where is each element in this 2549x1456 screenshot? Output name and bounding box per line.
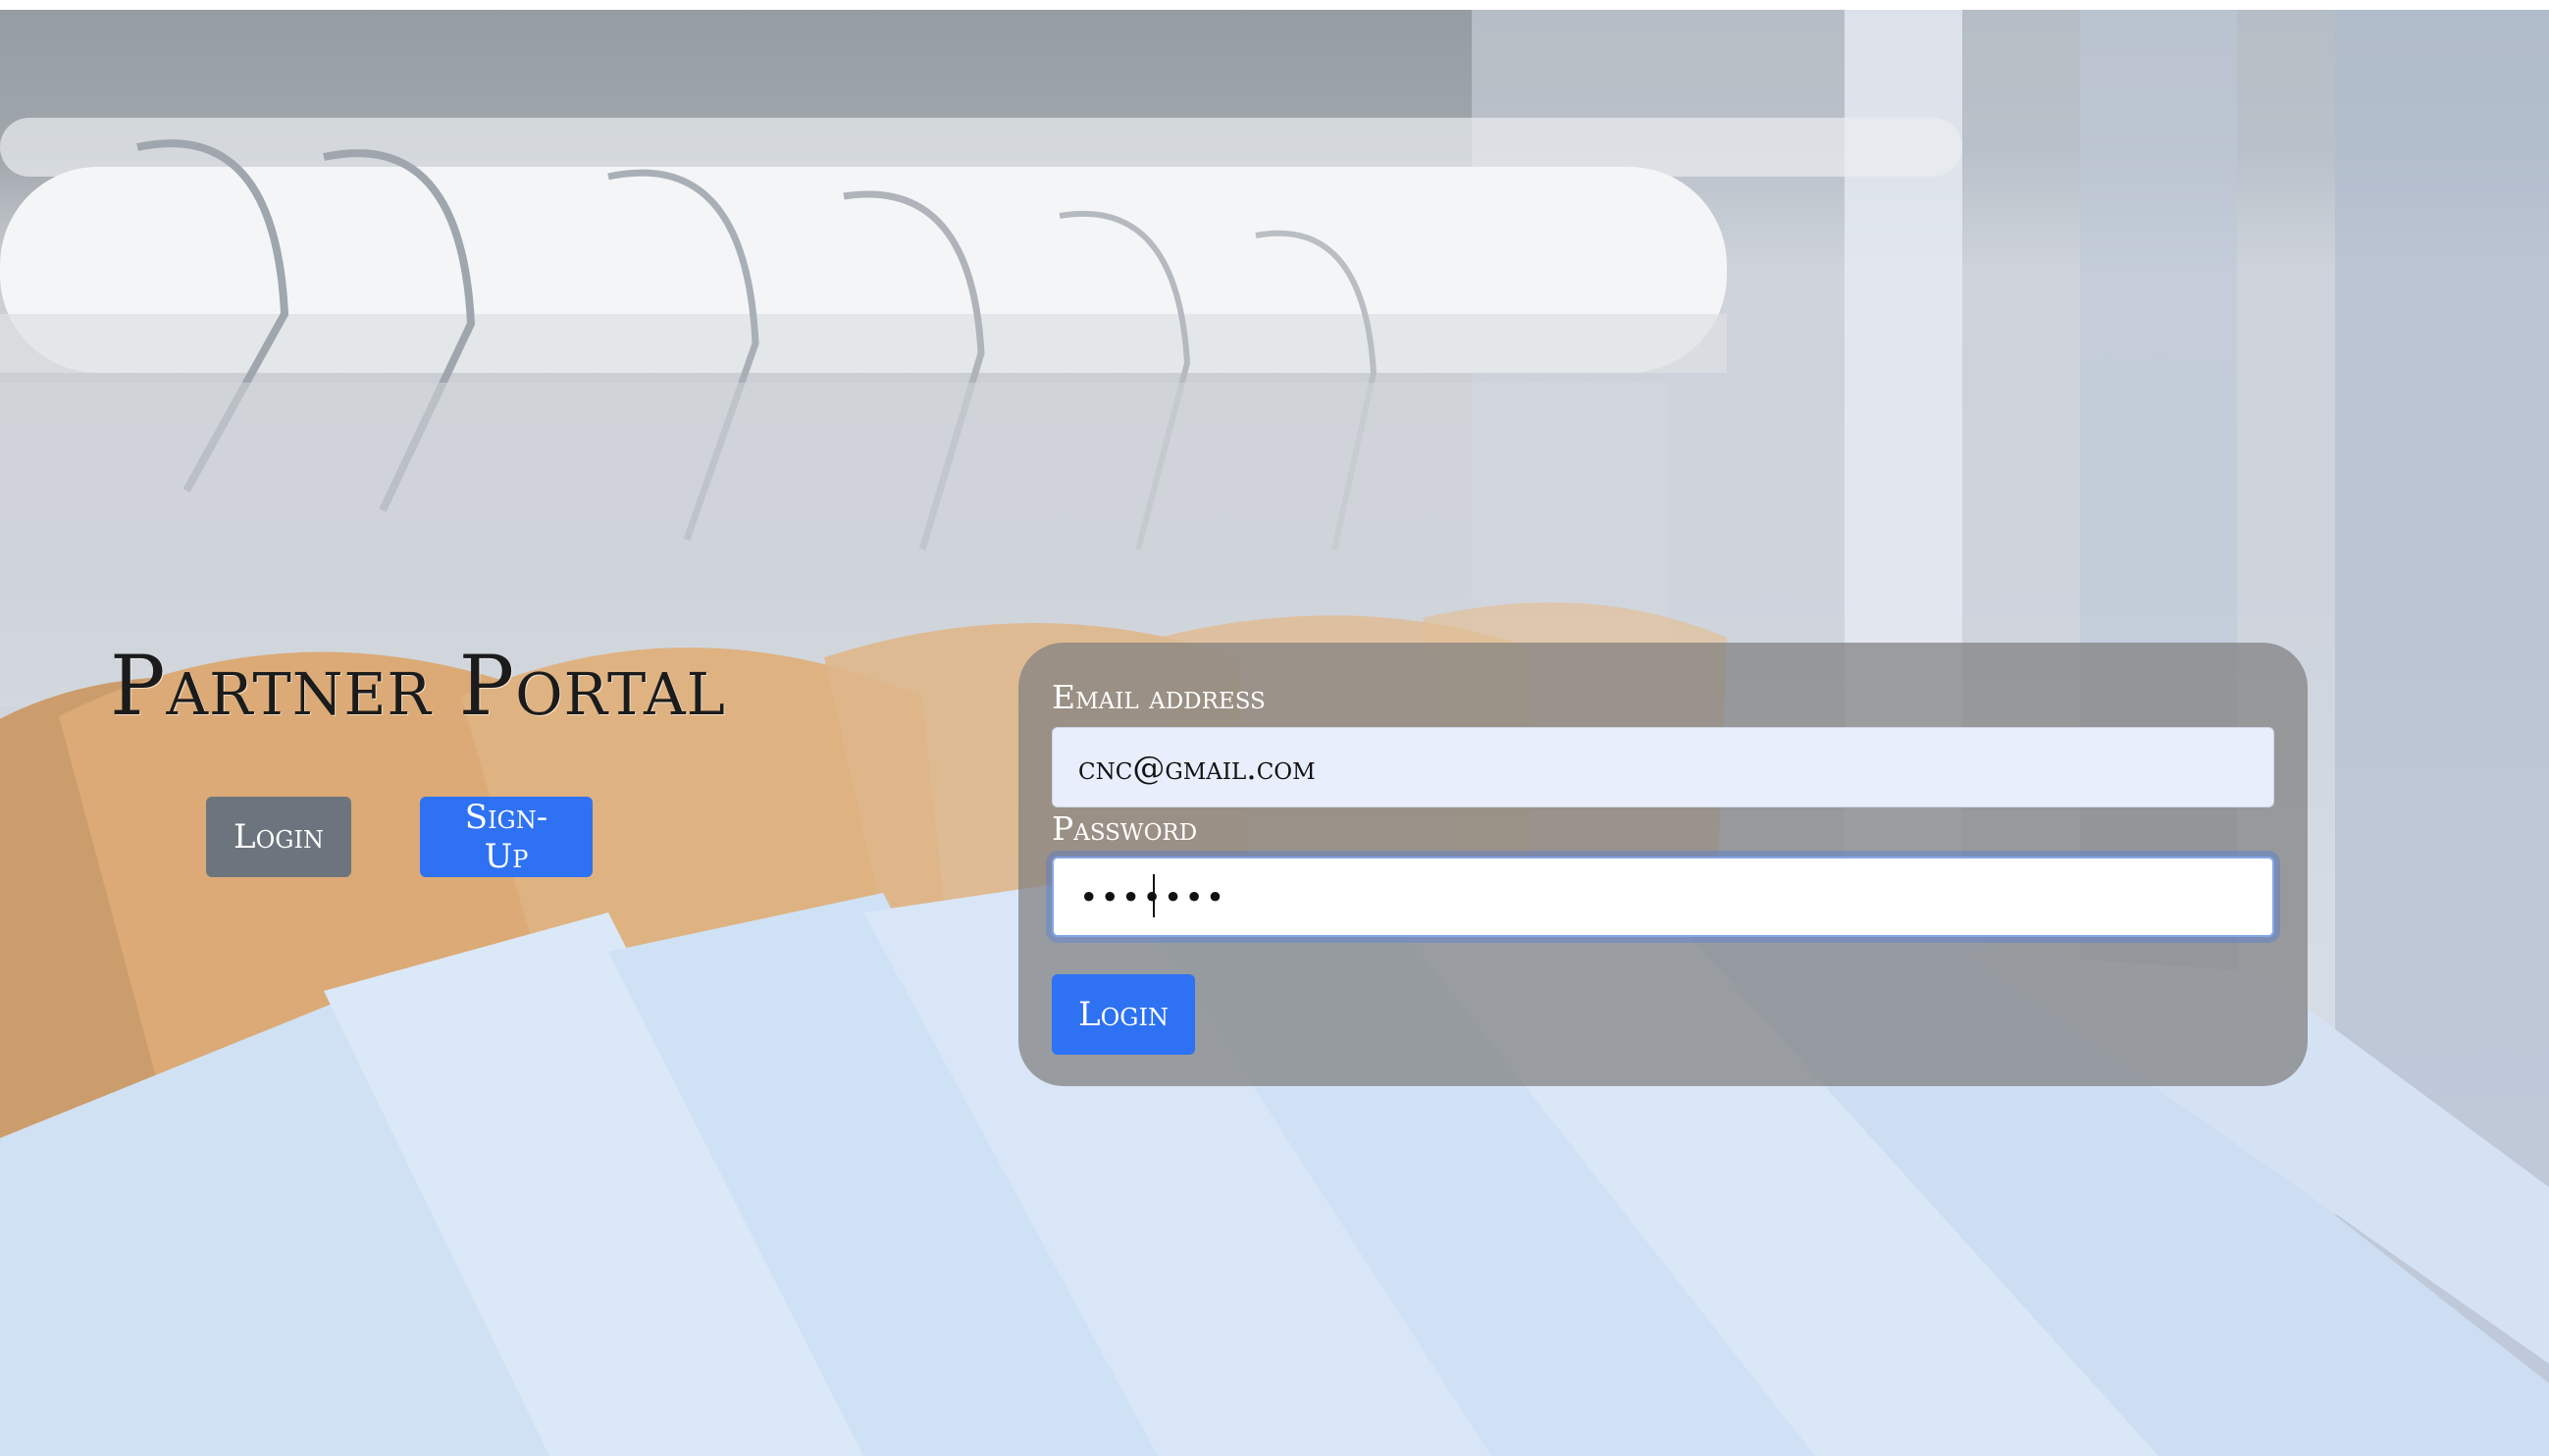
text-cursor [1153, 874, 1155, 917]
password-label: Password [1052, 809, 1198, 848]
email-field[interactable] [1052, 727, 2274, 807]
login-nav-button[interactable]: Login [206, 797, 351, 877]
password-field[interactable] [1052, 857, 2274, 937]
signup-nav-button[interactable]: Sign-Up [420, 797, 593, 877]
page-title: Partner Portal [110, 638, 726, 734]
email-label: Email address [1052, 678, 1266, 716]
login-form-card: Email address Password Login [1018, 643, 2308, 1086]
top-strip [0, 0, 2549, 10]
login-submit-button[interactable]: Login [1052, 974, 1195, 1055]
